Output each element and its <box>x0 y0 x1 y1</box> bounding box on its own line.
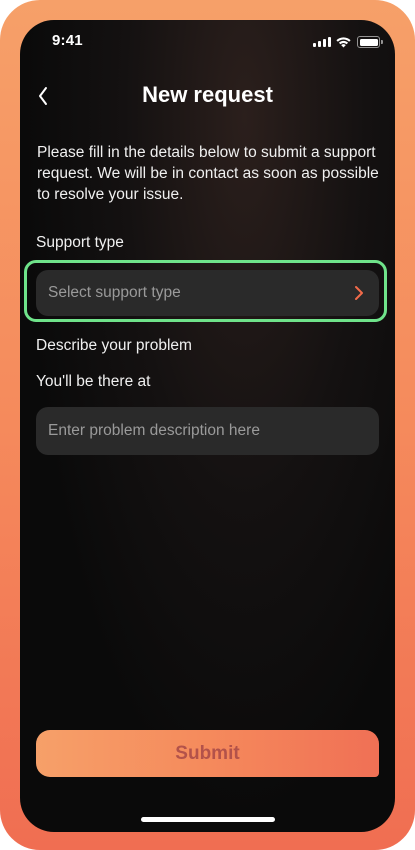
support-type-label: Support type <box>36 234 124 251</box>
support-type-select[interactable]: Select support type <box>36 270 379 316</box>
intro-text: Please fill in the details below to subm… <box>37 144 379 203</box>
wifi-icon <box>336 37 351 48</box>
status-time: 9:41 <box>52 32 83 49</box>
problem-secondary-label: You'll be there at <box>36 373 151 390</box>
status-bar: 9:41 <box>20 20 395 64</box>
submit-button[interactable]: Submit <box>36 730 379 777</box>
problem-label: Describe your problem <box>36 337 192 354</box>
page-title: New request <box>142 82 273 107</box>
device-frame: 9:41 New request Please fill in the deta… <box>0 0 415 850</box>
support-type-placeholder: Select support type <box>48 284 181 301</box>
problem-description-input[interactable] <box>36 407 379 455</box>
signal-icon <box>313 37 331 47</box>
app-screen: 9:41 New request Please fill in the deta… <box>20 20 395 832</box>
home-indicator <box>141 817 275 822</box>
battery-icon <box>357 36 383 48</box>
chevron-right-icon <box>355 286 363 300</box>
